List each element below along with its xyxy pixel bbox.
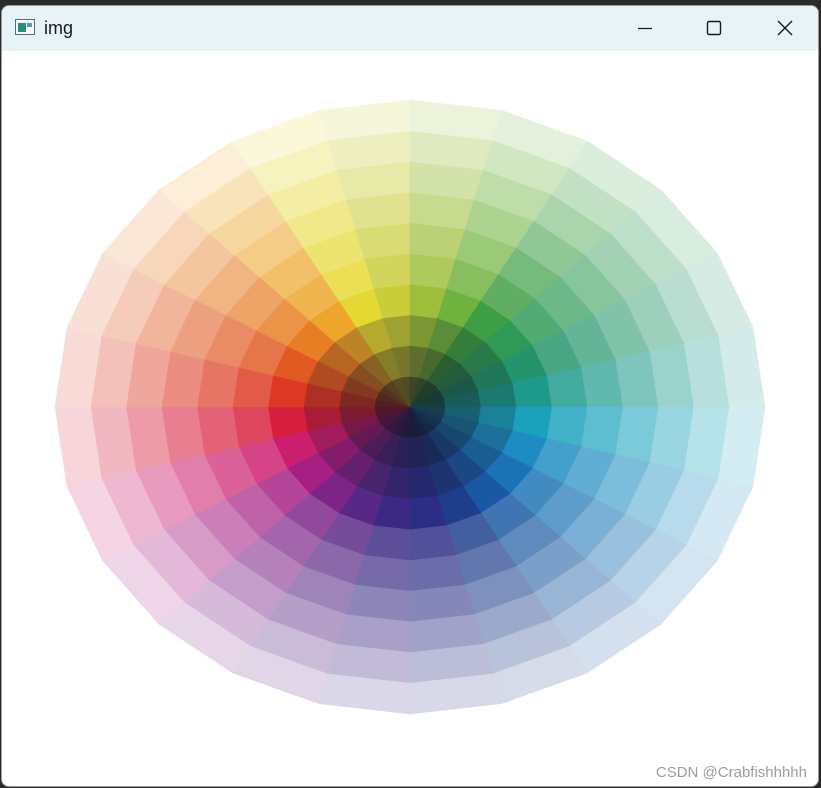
title-bar[interactable]: img	[2, 6, 818, 51]
watermark-text: CSDN @Crabfishhhhh	[655, 764, 807, 781]
image-canvas: CSDN @Crabfishhhhh	[2, 51, 818, 786]
minimize-icon	[638, 27, 652, 30]
maximize-button[interactable]	[679, 6, 749, 51]
icon-pane-small	[27, 23, 32, 27]
color-wheel-image	[54, 99, 766, 715]
minimize-button[interactable]	[609, 6, 679, 51]
image-window: img CSDN @Crabfishhhhh	[1, 5, 819, 787]
window-title: img	[44, 18, 74, 38]
app-image-icon[interactable]	[15, 19, 35, 35]
close-button[interactable]	[749, 6, 818, 51]
close-icon	[777, 20, 793, 36]
icon-pane	[18, 23, 26, 32]
maximize-icon	[706, 20, 722, 36]
